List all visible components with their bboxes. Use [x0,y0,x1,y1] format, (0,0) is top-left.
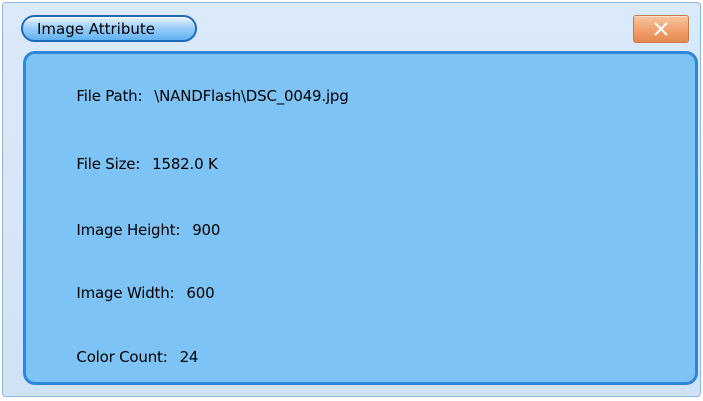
image-attribute-dialog: Image Attribute File Path: \NANDFlash\DSC… [2,2,701,397]
image-height-label: Image Height: [76,221,181,239]
color-count-row: Color Count: 24 [49,330,198,384]
close-button[interactable] [633,15,689,43]
dialog-title-label: Image Attribute [37,19,155,38]
file-path-row: File Path: \NANDFlash\DSC_0049.jpg [49,69,349,123]
image-width-value: 600 [186,284,215,302]
close-icon [654,22,668,36]
color-count-label: Color Count: [76,348,168,366]
file-size-row: File Size: 1582.0 K [49,137,218,191]
dialog-title: Image Attribute [21,15,197,42]
file-size-value: 1582.0 K [152,155,218,173]
file-path-value: \NANDFlash\DSC_0049.jpg [154,87,349,105]
file-path-label: File Path: [76,87,143,105]
image-height-value: 900 [192,221,221,239]
image-width-label: Image Width: [76,284,175,302]
color-count-value: 24 [179,348,199,366]
image-width-row: Image Width: 600 [49,266,214,320]
image-height-row: Image Height: 900 [49,203,220,257]
file-size-label: File Size: [76,155,141,173]
attribute-panel: File Path: \NANDFlash\DSC_0049.jpg File S… [23,51,698,385]
